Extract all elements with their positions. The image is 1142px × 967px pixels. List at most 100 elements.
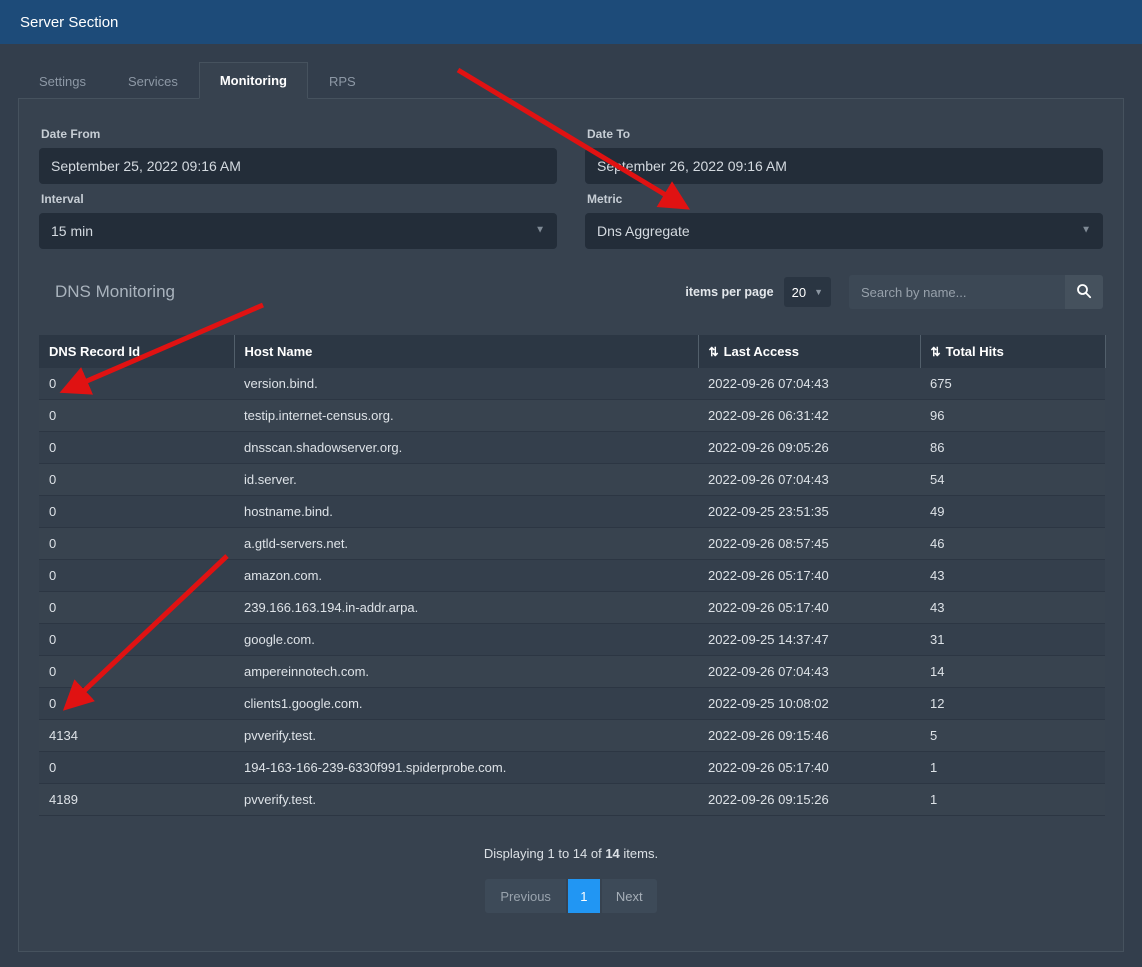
tab-bar: Settings Services Monitoring RPS xyxy=(0,62,1142,98)
chevron-down-icon: ▼ xyxy=(814,287,823,297)
cell-dns-record-id: 0 xyxy=(39,752,234,784)
metric-selected-value: Dns Aggregate xyxy=(597,223,690,239)
tab-monitoring[interactable]: Monitoring xyxy=(199,62,308,99)
next-page-button[interactable]: Next xyxy=(602,879,657,913)
cell-last-access: 2022-09-26 05:17:40 xyxy=(698,560,920,592)
cell-dns-record-id: 0 xyxy=(39,464,234,496)
search-icon xyxy=(1076,283,1092,302)
column-header-total-hits[interactable]: ⇅ Total Hits xyxy=(920,335,1105,368)
cell-last-access: 2022-09-26 09:05:26 xyxy=(698,432,920,464)
column-label: Total Hits xyxy=(946,344,1004,359)
metric-select[interactable]: Dns Aggregate ▼ xyxy=(585,213,1103,249)
cell-total-hits: 54 xyxy=(920,464,1105,496)
cell-host-name: 194-163-166-239-6330f991.spiderprobe.com… xyxy=(234,752,698,784)
cell-last-access: 2022-09-26 07:04:43 xyxy=(698,656,920,688)
table-row[interactable]: 4189 pvverify.test. 2022-09-26 09:15:26 … xyxy=(39,784,1105,816)
dns-monitoring-table: DNS Record Id Host Name ⇅ Last Access ⇅ To… xyxy=(39,335,1106,816)
table-row[interactable]: 0 hostname.bind. 2022-09-25 23:51:35 49 xyxy=(39,496,1105,528)
app-header: Server Section xyxy=(0,0,1142,44)
table-row[interactable]: 0 194-163-166-239-6330f991.spiderprobe.c… xyxy=(39,752,1105,784)
cell-dns-record-id: 0 xyxy=(39,624,234,656)
date-to-input[interactable] xyxy=(585,148,1103,184)
cell-total-hits: 1 xyxy=(920,752,1105,784)
table-row[interactable]: 0 a.gtld-servers.net. 2022-09-26 08:57:4… xyxy=(39,528,1105,560)
table-row[interactable]: 0 dnsscan.shadowserver.org. 2022-09-26 0… xyxy=(39,432,1105,464)
column-label: Last Access xyxy=(724,344,799,359)
metric-label: Metric xyxy=(587,192,1103,206)
cell-host-name: version.bind. xyxy=(234,368,698,400)
page-1-button[interactable]: 1 xyxy=(568,879,600,913)
sort-icon: ⇅ xyxy=(709,345,719,359)
cell-last-access: 2022-09-26 07:04:43 xyxy=(698,464,920,496)
items-per-page-label: items per page xyxy=(685,285,773,299)
section-toolbar: DNS Monitoring items per page 20 ▼ xyxy=(39,275,1103,309)
table-row[interactable]: 4134 pvverify.test. 2022-09-26 09:15:46 … xyxy=(39,720,1105,752)
tab-services[interactable]: Services xyxy=(107,63,199,99)
cell-last-access: 2022-09-26 09:15:26 xyxy=(698,784,920,816)
items-per-page-select[interactable]: 20 ▼ xyxy=(784,277,831,307)
cell-total-hits: 43 xyxy=(920,560,1105,592)
date-to-label: Date To xyxy=(587,127,1103,141)
column-header-last-access[interactable]: ⇅ Last Access xyxy=(698,335,920,368)
cell-dns-record-id: 0 xyxy=(39,432,234,464)
cell-total-hits: 14 xyxy=(920,656,1105,688)
table-row[interactable]: 0 amazon.com. 2022-09-26 05:17:40 43 xyxy=(39,560,1105,592)
cell-dns-record-id: 0 xyxy=(39,592,234,624)
tab-rps[interactable]: RPS xyxy=(308,63,377,99)
column-header-dns-record-id: DNS Record Id xyxy=(39,335,234,368)
dns-table-body: 0 version.bind. 2022-09-26 07:04:43 675 … xyxy=(39,368,1105,816)
previous-page-button[interactable]: Previous xyxy=(485,879,566,913)
summary-prefix: Displaying 1 to 14 of xyxy=(484,846,605,861)
cell-dns-record-id: 4189 xyxy=(39,784,234,816)
cell-last-access: 2022-09-26 06:31:42 xyxy=(698,400,920,432)
cell-last-access: 2022-09-26 07:04:43 xyxy=(698,368,920,400)
cell-last-access: 2022-09-25 10:08:02 xyxy=(698,688,920,720)
cell-total-hits: 5 xyxy=(920,720,1105,752)
cell-host-name: hostname.bind. xyxy=(234,496,698,528)
table-header-row: DNS Record Id Host Name ⇅ Last Access ⇅ To… xyxy=(39,335,1105,368)
date-from-group: Date From xyxy=(39,119,557,184)
cell-total-hits: 96 xyxy=(920,400,1105,432)
interval-selected-value: 15 min xyxy=(51,223,93,239)
cell-total-hits: 46 xyxy=(920,528,1105,560)
column-label: Host Name xyxy=(245,344,313,359)
cell-host-name: pvverify.test. xyxy=(234,784,698,816)
interval-label: Interval xyxy=(41,192,557,206)
table-row[interactable]: 0 testip.internet-census.org. 2022-09-26… xyxy=(39,400,1105,432)
page-title: Server Section xyxy=(20,14,118,31)
metric-group: Metric Dns Aggregate ▼ xyxy=(585,184,1103,249)
table-row[interactable]: 0 id.server. 2022-09-26 07:04:43 54 xyxy=(39,464,1105,496)
cell-dns-record-id: 0 xyxy=(39,560,234,592)
cell-host-name: google.com. xyxy=(234,624,698,656)
tab-settings[interactable]: Settings xyxy=(18,63,107,99)
cell-host-name: amazon.com. xyxy=(234,560,698,592)
chevron-down-icon: ▼ xyxy=(535,225,545,236)
table-row[interactable]: 0 version.bind. 2022-09-26 07:04:43 675 xyxy=(39,368,1105,400)
cell-total-hits: 1 xyxy=(920,784,1105,816)
column-label: DNS Record Id xyxy=(49,344,140,359)
table-row[interactable]: 0 239.166.163.194.in-addr.arpa. 2022-09-… xyxy=(39,592,1105,624)
section-title: DNS Monitoring xyxy=(55,282,175,302)
cell-total-hits: 49 xyxy=(920,496,1105,528)
sort-icon: ⇅ xyxy=(931,345,941,359)
table-row[interactable]: 0 ampereinnotech.com. 2022-09-26 07:04:4… xyxy=(39,656,1105,688)
toolbar-right: items per page 20 ▼ xyxy=(685,275,1103,309)
items-per-page-value: 20 xyxy=(792,285,806,300)
paging-summary: Displaying 1 to 14 of 14 items. xyxy=(39,846,1103,861)
table-row[interactable]: 0 google.com. 2022-09-25 14:37:47 31 xyxy=(39,624,1105,656)
date-from-input[interactable] xyxy=(39,148,557,184)
cell-dns-record-id: 0 xyxy=(39,688,234,720)
cell-host-name: a.gtld-servers.net. xyxy=(234,528,698,560)
cell-total-hits: 12 xyxy=(920,688,1105,720)
search-input[interactable] xyxy=(849,275,1065,309)
interval-select[interactable]: 15 min ▼ xyxy=(39,213,557,249)
table-row[interactable]: 0 clients1.google.com. 2022-09-25 10:08:… xyxy=(39,688,1105,720)
cell-last-access: 2022-09-26 05:17:40 xyxy=(698,592,920,624)
filter-grid: Date From Date To Interval 15 min ▼ Metr… xyxy=(39,119,1103,249)
interval-group: Interval 15 min ▼ xyxy=(39,184,557,249)
cell-dns-record-id: 0 xyxy=(39,528,234,560)
cell-total-hits: 43 xyxy=(920,592,1105,624)
search-button[interactable] xyxy=(1065,275,1103,309)
date-to-group: Date To xyxy=(585,119,1103,184)
chevron-down-icon: ▼ xyxy=(1081,225,1091,236)
